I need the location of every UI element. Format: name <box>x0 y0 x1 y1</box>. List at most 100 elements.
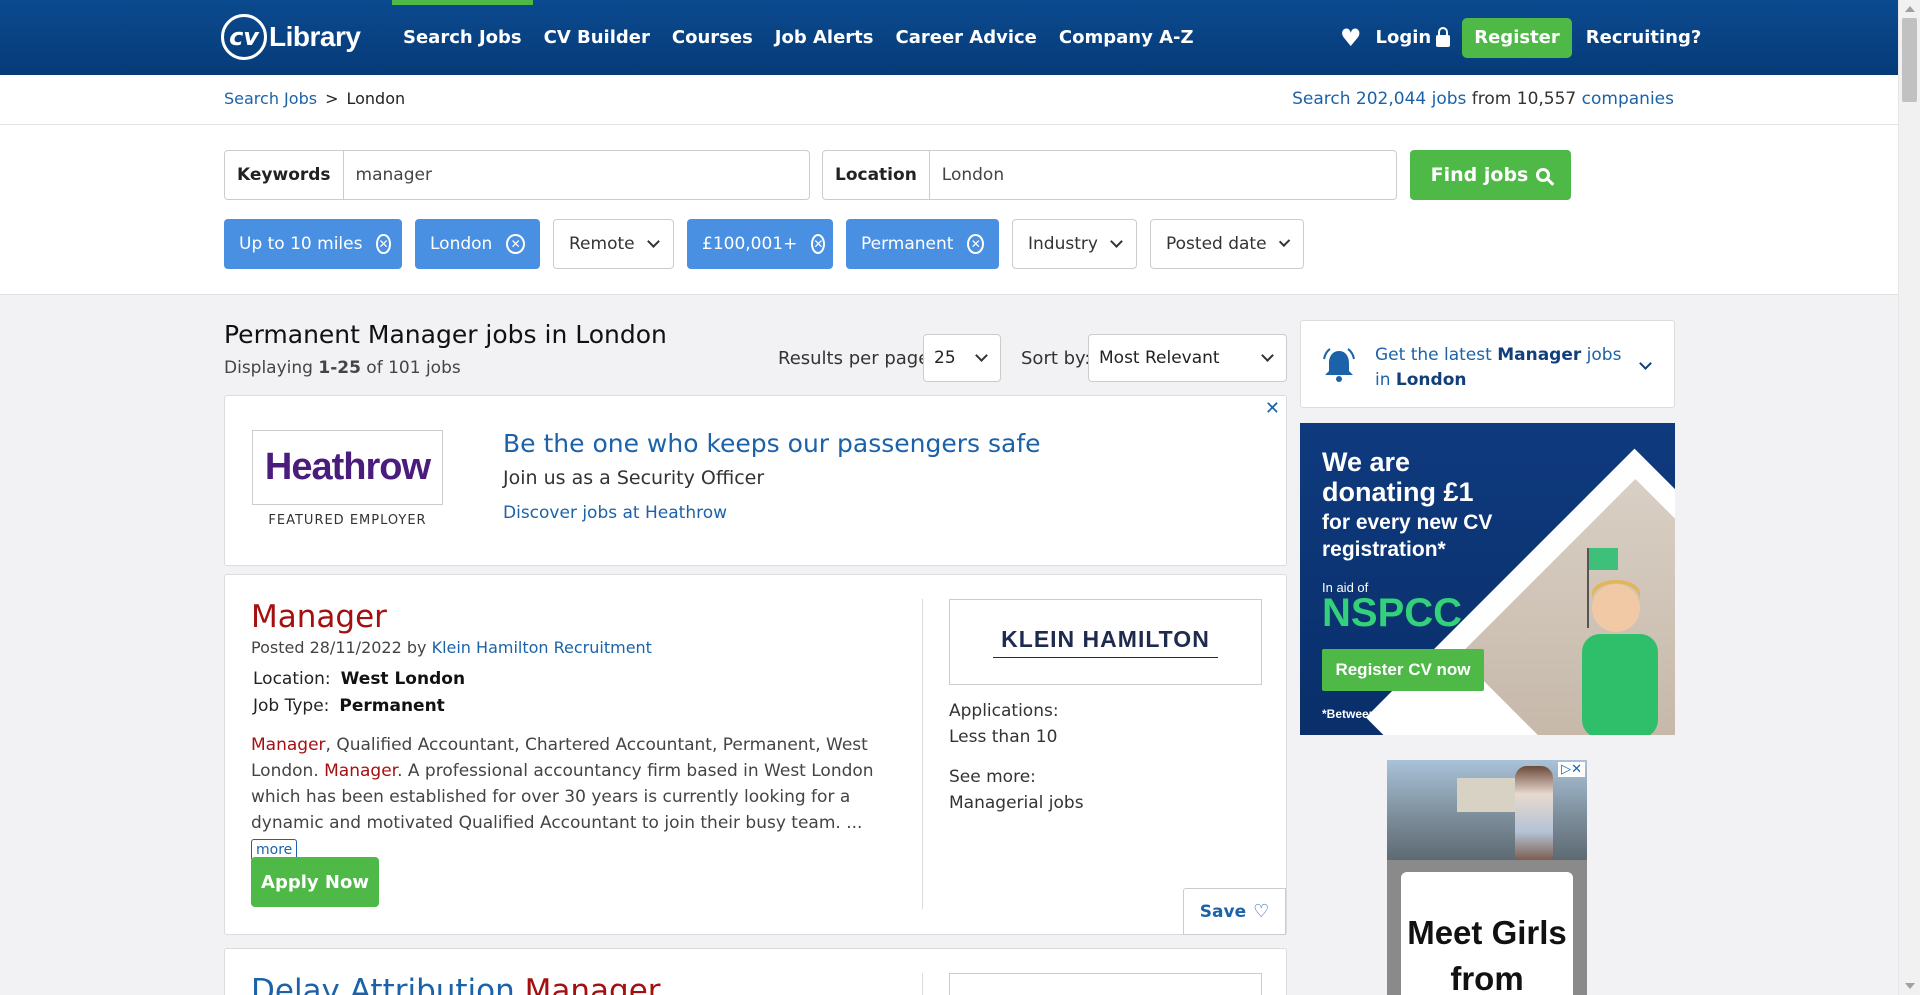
discover-jobs-link[interactable]: Discover jobs at Heathrow <box>503 503 727 523</box>
remove-filter-icon[interactable]: ✕ <box>506 234 525 254</box>
title-highlight: Manager <box>524 973 661 995</box>
bell-icon <box>1323 348 1355 382</box>
child-with-flag-image <box>1582 548 1658 735</box>
search-icon <box>1536 168 1551 182</box>
filter-remote[interactable]: Remote <box>553 219 674 269</box>
nspcc-logo: NSPCC <box>1322 591 1463 635</box>
recruiting-link[interactable]: Recruiting? <box>1586 27 1702 48</box>
featured-headline[interactable]: Be the one who keeps our passengers safe <box>503 429 1041 458</box>
scroll-down-arrow-icon[interactable] <box>1905 983 1915 989</box>
account-nav: ♥ Login Register Recruiting? <box>1340 0 1701 75</box>
find-jobs-button[interactable]: Find jobs <box>1410 150 1571 200</box>
banner-line2: donating £1 <box>1322 477 1474 507</box>
close-icon[interactable]: ✕ <box>1265 398 1280 419</box>
job-alert-text: Get the latest Manager jobs in London <box>1375 343 1635 393</box>
heathrow-logo[interactable]: Heathrow <box>252 430 443 505</box>
count-suffix: of 101 jobs <box>360 358 461 378</box>
banner-headline: We are donating £1 <box>1322 447 1474 507</box>
banner-subline: for every new CV registration* <box>1322 511 1493 561</box>
remove-filter-icon[interactable]: ✕ <box>811 234 826 254</box>
divider <box>922 973 923 995</box>
chevron-down-icon <box>1278 235 1291 247</box>
breadcrumb-current: London <box>346 89 406 108</box>
nav-job-alerts[interactable]: Job Alerts <box>764 0 885 75</box>
breadcrumb-separator: > <box>325 89 339 108</box>
location-value: West London <box>340 669 466 689</box>
nav-career-advice[interactable]: Career Advice <box>885 0 1048 75</box>
filter-location[interactable]: London ✕ <box>415 219 540 269</box>
chevron-down-icon[interactable] <box>1639 357 1652 370</box>
alert-keyword: Manager <box>1497 345 1582 365</box>
location-input[interactable]: London <box>930 165 1004 185</box>
scroll-thumb[interactable] <box>1902 18 1917 102</box>
logo-mark: cv <box>221 14 267 60</box>
nav-search-jobs[interactable]: Search Jobs <box>392 0 533 75</box>
scroll-up-arrow-icon[interactable] <box>1905 6 1915 12</box>
alert-pre: Get the latest <box>1375 345 1498 365</box>
scrollbar[interactable] <box>1898 0 1920 995</box>
filter-salary[interactable]: £100,001+ ✕ <box>687 219 833 269</box>
keywords-field[interactable]: Keywords manager <box>224 150 810 200</box>
company-logo-text: KLEIN HAMILTON <box>1001 626 1210 652</box>
company-logo[interactable] <box>949 973 1262 995</box>
find-jobs-label: Find jobs <box>1430 164 1529 186</box>
job-title-link[interactable]: Manager <box>251 599 387 635</box>
filter-job-type[interactable]: Permanent ✕ <box>846 219 999 269</box>
breadcrumb-search-jobs[interactable]: Search Jobs <box>224 89 317 108</box>
companies-link[interactable]: companies <box>1582 89 1674 109</box>
nspcc-banner-ad[interactable]: We are donating £1 for every new CV regis… <box>1300 423 1675 735</box>
filter-label: Posted date <box>1166 234 1267 254</box>
ad-building <box>1457 778 1517 812</box>
job-title-link[interactable]: Delay Attribution Manager <box>251 973 661 995</box>
job-alert-card[interactable]: Get the latest Manager jobs in London <box>1300 320 1675 408</box>
filter-posted-date[interactable]: Posted date <box>1150 219 1304 269</box>
register-cv-button[interactable]: Register CV now <box>1322 649 1484 691</box>
chevron-down-icon <box>1110 234 1123 248</box>
remove-filter-icon[interactable]: ✕ <box>376 234 391 254</box>
save-job-button[interactable]: Save ♡ <box>1183 888 1286 935</box>
location-field[interactable]: Location London <box>822 150 1397 200</box>
remove-filter-icon[interactable]: ✕ <box>967 234 984 254</box>
search-jobs-count-link[interactable]: Search 202,044 jobs <box>1292 89 1466 109</box>
count-prefix: Displaying <box>224 358 319 378</box>
per-page-value: 25 <box>934 348 956 368</box>
nav-company-a-z[interactable]: Company A-Z <box>1048 0 1205 75</box>
logo-text: Library <box>269 21 361 52</box>
sort-select[interactable]: Most Relevant <box>1088 334 1287 382</box>
display-ad[interactable]: ▷✕ Meet Girls from <box>1387 760 1587 995</box>
breadcrumb: Search Jobs > London <box>224 89 405 108</box>
sort-value: Most Relevant <box>1099 348 1220 368</box>
register-button[interactable]: Register <box>1462 17 1572 58</box>
company-logo[interactable]: KLEIN HAMILTON <box>949 599 1262 685</box>
nav-cv-builder[interactable]: CV Builder <box>533 0 661 75</box>
cv-library-logo[interactable]: cv Library <box>221 12 361 62</box>
recruiter-link[interactable]: Klein Hamilton Recruitment <box>432 638 652 657</box>
job-type-value: Permanent <box>339 696 445 716</box>
login-label: Login <box>1375 27 1432 48</box>
featured-employer-badge: FEATURED EMPLOYER <box>268 513 427 528</box>
filter-label: Permanent <box>861 234 954 254</box>
managerial-jobs-link[interactable]: Managerial jobs <box>949 793 1084 813</box>
applications-label: Applications: <box>949 701 1059 721</box>
saved-jobs-heart-icon[interactable]: ♥ <box>1340 24 1362 52</box>
results-per-page-select[interactable]: 25 <box>923 334 1001 382</box>
applications-value: Less than 10 <box>949 727 1058 747</box>
ad-photo <box>1387 760 1587 860</box>
apply-now-button[interactable]: Apply Now <box>251 857 379 907</box>
posted-date: Posted 28/11/2022 by <box>251 638 432 657</box>
chevron-down-icon <box>975 348 988 362</box>
keywords-input[interactable]: manager <box>344 165 432 185</box>
ad-choices-close-icon[interactable]: ▷✕ <box>1558 762 1585 777</box>
featured-employer-card[interactable]: Heathrow FEATURED EMPLOYER Be the one wh… <box>224 395 1287 566</box>
ad-person <box>1515 766 1553 860</box>
job-stats: Search 202,044 jobs from 10,557 companie… <box>1292 89 1674 109</box>
lock-icon <box>1436 26 1451 47</box>
filter-distance[interactable]: Up to 10 miles ✕ <box>224 219 402 269</box>
job-location-row: Location: West London <box>253 669 465 689</box>
filter-chips: Up to 10 miles ✕ London ✕ Remote £100,00… <box>224 219 1304 269</box>
job-posted: Posted 28/11/2022 by Klein Hamilton Recr… <box>251 638 652 657</box>
filter-industry[interactable]: Industry <box>1012 219 1137 269</box>
chevron-down-icon <box>646 234 660 248</box>
login-link[interactable]: Login <box>1375 26 1451 48</box>
nav-courses[interactable]: Courses <box>661 0 764 75</box>
